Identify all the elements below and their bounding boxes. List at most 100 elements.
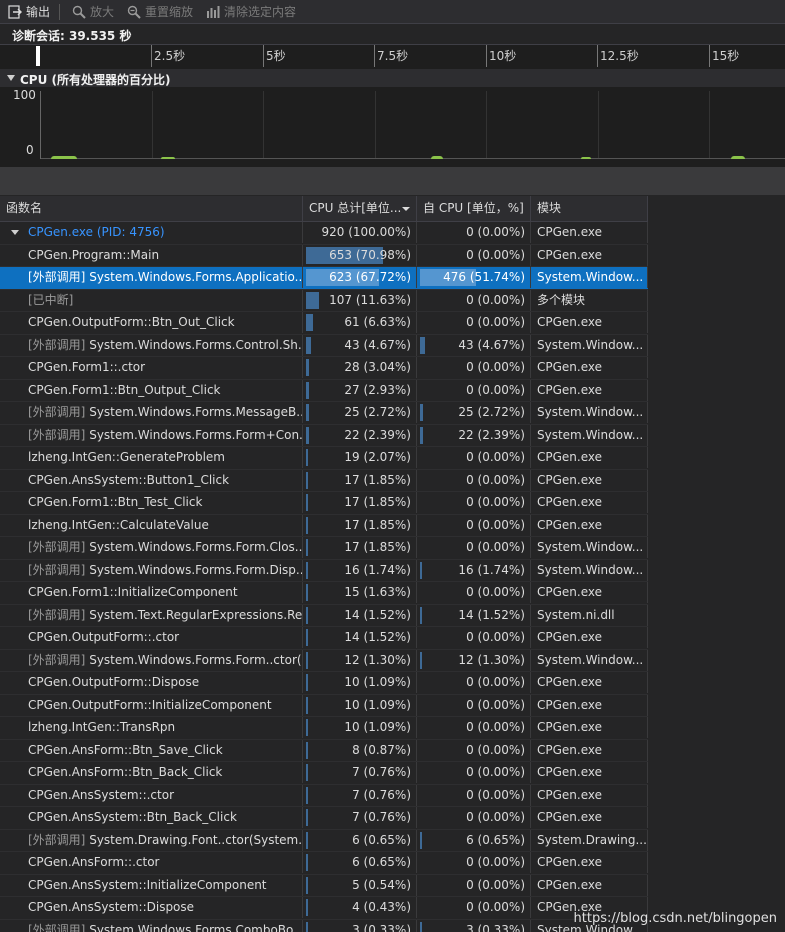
table-row[interactable]: CPGen.AnsSystem::.ctor 7 (0.76%) 0 (0.00%)… xyxy=(0,784,648,807)
table-row[interactable]: CPGen.Form1::.ctor 28 (3.04%) 0 (0.00%) CPG… xyxy=(0,357,648,380)
table-row[interactable]: [外部调用] System.Windows.Forms.Form+Con... 2… xyxy=(0,424,648,447)
zoom-in-button[interactable]: 放大 xyxy=(67,2,119,22)
table-row[interactable]: CPGen.exe (PID: 4756) 920 (100.00%) 0 (0.0… xyxy=(0,222,648,245)
ruler-tick-label: 2.5秒 xyxy=(154,49,186,63)
function-name: lzheng.IntGen::CalculateValue xyxy=(28,517,209,532)
reset-zoom-button[interactable]: 重置缩放 xyxy=(122,2,198,22)
table-row[interactable]: [外部调用] System.Windows.Forms.Form..ctor(.… xyxy=(0,649,648,672)
module-cell: CPGen.exe xyxy=(531,762,648,783)
table-row[interactable]: lzheng.IntGen::GenerateProblem 19 (2.07%)… xyxy=(0,447,648,470)
cell-value: 19 (2.07%) xyxy=(344,450,411,464)
table-row[interactable]: CPGen.AnsSystem::Dispose 4 (0.43%) 0 (0.00… xyxy=(0,897,648,920)
cpu-total-cell: 17 (1.85%) xyxy=(303,492,417,513)
percent-bar xyxy=(306,854,308,871)
table-row[interactable]: [外部调用] System.Windows.Forms.ComboBo... 3 … xyxy=(0,919,648,932)
table-row[interactable]: CPGen.AnsForm::.ctor 6 (0.65%) 0 (0.00%) CP… xyxy=(0,852,648,875)
cell-value: 0 (0.00%) xyxy=(466,517,525,532)
column-header-module[interactable]: 模块 xyxy=(531,196,648,221)
cell-value: 43 (4.67%) xyxy=(458,337,525,352)
cell-value: 10 (1.09%) xyxy=(344,720,411,734)
column-header-function-name[interactable]: 函数名 xyxy=(0,196,303,221)
function-name: System.Windows.Forms.Form+Con... xyxy=(89,427,303,442)
cell-value: 3 (0.33%) xyxy=(466,922,525,932)
cpu-total-cell: 8 (0.87%) xyxy=(303,739,417,761)
function-name-cell: CPGen.OutputForm::Dispose xyxy=(0,672,303,693)
table-row[interactable]: CPGen.Form1::Btn_Output_Click 27 (2.93%) 0… xyxy=(0,379,648,402)
self-cpu-cell: 0 (0.00%) xyxy=(417,312,531,333)
cpu-total-cell: 12 (1.30%) xyxy=(303,649,417,671)
percent-bar xyxy=(306,404,309,421)
function-name: CPGen.AnsForm::Btn_Back_Click xyxy=(28,765,223,779)
table-row[interactable]: CPGen.Program::Main 653 (70.98%) 0 (0.00%)… xyxy=(0,244,648,267)
table-row[interactable]: CPGen.AnsForm::Btn_Back_Click 7 (0.76%) 0 … xyxy=(0,762,648,785)
table-row[interactable]: lzheng.IntGen::CalculateValue 17 (1.85%) 0… xyxy=(0,514,648,537)
cpu-panel-header[interactable]: CPU (所有处理器的百分比) xyxy=(0,69,785,87)
column-header-cpu-total[interactable]: CPU 总计[单位... xyxy=(303,196,417,221)
module-cell: System.Window... xyxy=(531,649,648,671)
cell-value: 107 (11.63%) xyxy=(329,292,411,307)
cpu-plot-area xyxy=(40,91,785,159)
percent-bar xyxy=(306,764,308,781)
function-name: lzheng.IntGen::GenerateProblem xyxy=(28,450,225,464)
table-row[interactable]: CPGen.AnsSystem::Btn_Back_Click 7 (0.76%)… xyxy=(0,807,648,830)
panel-splitter[interactable] xyxy=(0,167,785,195)
ruler-tick xyxy=(486,45,487,67)
table-row[interactable]: CPGen.Form1::InitializeComponent 15 (1.63… xyxy=(0,582,648,605)
percent-bar xyxy=(306,381,310,399)
clear-selection-button[interactable]: 清除选定内容 xyxy=(201,2,301,22)
percent-bar xyxy=(306,674,308,691)
cpu-graph[interactable]: 100 0 xyxy=(0,87,785,167)
function-name-cell: [已中断] xyxy=(0,289,303,311)
cell-value: 0 (0.00%) xyxy=(466,900,525,914)
function-name-cell: CPGen.Program::Main xyxy=(0,244,303,266)
ruler-tick xyxy=(374,45,375,67)
module-cell: 多个模块 xyxy=(531,289,648,311)
table-row[interactable]: [已中断] 107 (11.63%) 0 (0.00%) 多个模块 xyxy=(0,289,648,312)
cell-value: 623 (67.72%) xyxy=(329,270,411,284)
percent-bar xyxy=(306,539,308,556)
clear-selection-label: 清除选定内容 xyxy=(224,5,297,19)
percent-bar xyxy=(306,921,308,932)
cpu-total-cell: 25 (2.72%) xyxy=(303,402,417,423)
column-header-label: CPU 总计[单位... xyxy=(309,201,402,215)
expand-icon[interactable] xyxy=(11,230,19,235)
module-cell: CPGen.exe xyxy=(531,739,648,761)
table-row[interactable]: CPGen.AnsForm::Btn_Save_Click 8 (0.87%) 0 … xyxy=(0,739,648,762)
cell-value: 6 (0.65%) xyxy=(352,832,411,847)
table-row[interactable]: CPGen.OutputForm::.ctor 14 (1.52%) 0 (0.00… xyxy=(0,627,648,650)
call-type-prefix: [外部调用] xyxy=(28,607,86,622)
ruler-start-marker[interactable] xyxy=(36,46,40,66)
table-row[interactable]: [外部调用] System.Windows.Forms.Form.Disp...… xyxy=(0,559,648,582)
table-row[interactable]: CPGen.OutputForm::Btn_Out_Click 61 (6.63%… xyxy=(0,312,648,335)
table-row[interactable]: [外部调用] System.Windows.Forms.MessageB... 2… xyxy=(0,402,648,425)
column-header-label: 函数名 xyxy=(6,201,43,215)
table-row[interactable]: CPGen.Form1::Btn_Test_Click 17 (1.85%) 0 (… xyxy=(0,492,648,515)
reset-zoom-label: 重置缩放 xyxy=(145,5,194,19)
graph-baseline xyxy=(41,158,785,159)
module-cell: System.ni.dll xyxy=(531,604,648,626)
output-button[interactable]: 输出 xyxy=(3,2,55,22)
collapse-icon[interactable] xyxy=(7,75,15,81)
table-row[interactable]: [外部调用] System.Windows.Forms.Applicatio..… xyxy=(0,267,648,290)
table-row[interactable]: CPGen.OutputForm::InitializeComponent 10 … xyxy=(0,694,648,717)
table-row[interactable]: [外部调用] System.Text.RegularExpressions.Re… xyxy=(0,604,648,627)
percent-bar xyxy=(306,831,308,849)
graph-gridline xyxy=(263,91,264,159)
table-row[interactable]: lzheng.IntGen::TransRpn 10 (1.09%) 0 (0.00… xyxy=(0,717,648,740)
table-row[interactable]: [外部调用] System.Drawing.Font..ctor(System.… xyxy=(0,829,648,852)
cell-value: 0 (0.00%) xyxy=(466,292,525,307)
table-row[interactable]: [外部调用] System.Windows.Forms.Form.Clos...… xyxy=(0,537,648,560)
percent-bar xyxy=(306,606,308,624)
table-row[interactable]: CPGen.AnsSystem::InitializeComponent 5 (0… xyxy=(0,874,648,897)
toolbar: 输出 放大 重置缩放 清除选定内容 xyxy=(0,0,785,24)
table-row[interactable]: [外部调用] System.Windows.Forms.Control.Sh..… xyxy=(0,334,648,357)
table-row[interactable]: CPGen.AnsSystem::Button1_Click 17 (1.85%)… xyxy=(0,469,648,492)
cell-value: 16 (1.74%) xyxy=(344,562,411,577)
time-ruler[interactable]: 2.5秒 5秒 7.5秒 10秒 12.5秒 15秒 xyxy=(0,44,785,70)
call-type-prefix: [已中断] xyxy=(28,292,74,307)
cell-value: 0 (0.00%) xyxy=(466,742,525,757)
table-row[interactable]: CPGen.OutputForm::Dispose 10 (1.09%) 0 (0.… xyxy=(0,672,648,695)
column-header-self-cpu[interactable]: 自 CPU [单位，%] xyxy=(417,196,531,221)
cell-value: 22 (2.39%) xyxy=(344,427,411,442)
cell-value: 0 (0.00%) xyxy=(466,360,525,374)
